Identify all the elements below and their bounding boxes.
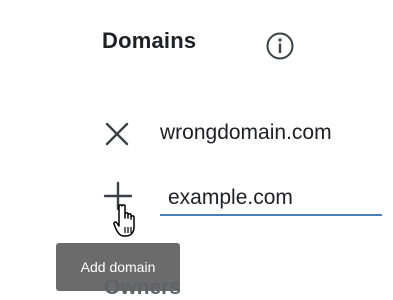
section-title: Domains bbox=[102, 28, 197, 53]
domain-row: wrongdomain.com bbox=[100, 114, 390, 154]
domain-name: wrongdomain.com bbox=[160, 121, 332, 144]
page: Domains wrongdomain.com Add domain Owner… bbox=[0, 0, 393, 300]
section-header: Domains bbox=[102, 28, 196, 54]
next-section-title: Owners bbox=[104, 276, 182, 299]
add-icon[interactable] bbox=[102, 180, 134, 212]
add-domain-row bbox=[100, 176, 390, 226]
info-icon[interactable] bbox=[264, 30, 296, 62]
close-icon[interactable] bbox=[103, 120, 131, 148]
domain-input[interactable] bbox=[160, 182, 382, 216]
